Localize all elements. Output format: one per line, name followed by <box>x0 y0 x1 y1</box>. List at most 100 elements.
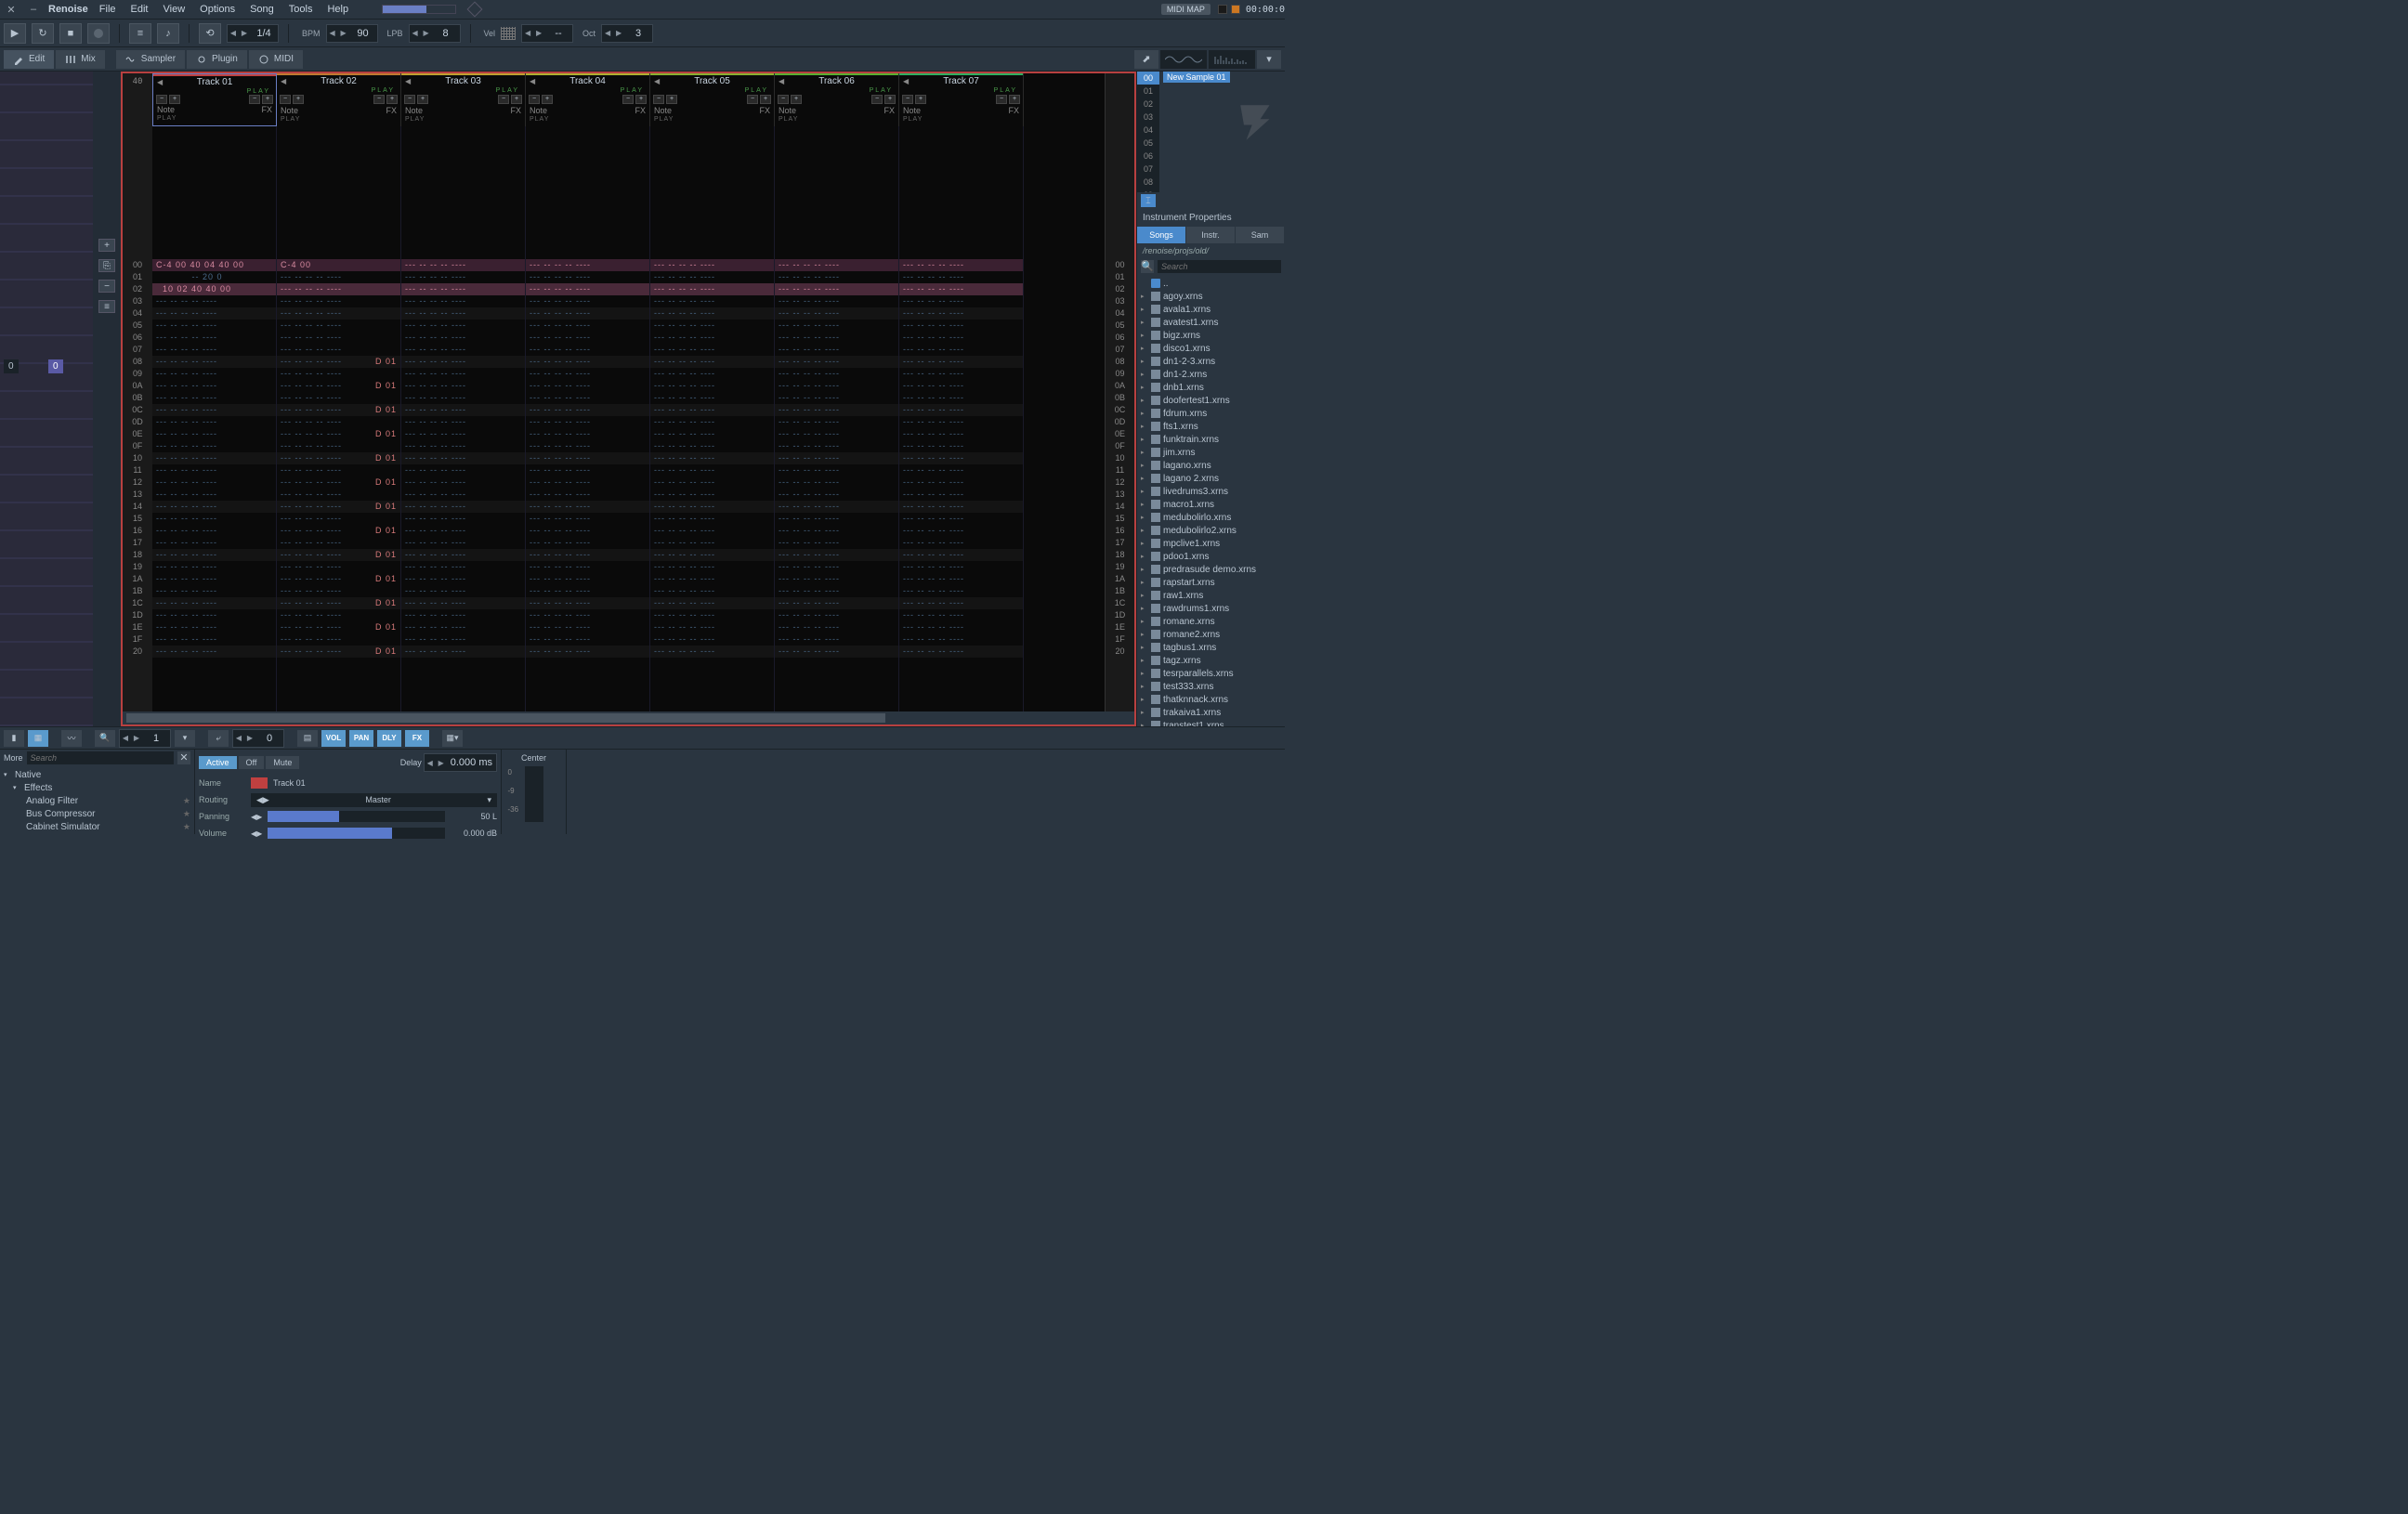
browser-tab-samples[interactable]: Sam <box>1236 227 1285 243</box>
pattern-hscroll[interactable] <box>123 711 1134 724</box>
menu-help[interactable]: Help <box>327 4 348 15</box>
loop-button[interactable]: ↻ <box>32 23 54 44</box>
instrument-slot[interactable]: 07 <box>1137 163 1159 176</box>
block-loop-button[interactable]: ⟲ <box>199 23 221 44</box>
tab-sampler[interactable]: Sampler <box>116 50 185 69</box>
file-item[interactable]: ▸livedrums3.xrns <box>1141 485 1281 498</box>
tab-mix[interactable]: Mix <box>56 50 105 69</box>
midi-map-button[interactable]: MIDI MAP <box>1161 4 1211 15</box>
detach-button[interactable]: ⬈ <box>1134 50 1158 69</box>
routing-dropdown[interactable]: ◀▶Master▾ <box>251 793 497 807</box>
dsp-item[interactable]: Bus Compressor★ <box>4 807 190 820</box>
track-header[interactable]: ◀Track 06 PLAY −+−+ NoteFX PLAY <box>775 73 899 126</box>
menu-file[interactable]: File <box>99 4 116 15</box>
automation-button[interactable]: 〰 <box>61 730 82 747</box>
file-item[interactable]: ▸dnb1.xrns <box>1141 381 1281 394</box>
tab-plugin[interactable]: Plugin <box>187 50 247 69</box>
tab-midi[interactable]: MIDI <box>249 50 303 69</box>
clip-indicator-icon[interactable] <box>467 2 483 18</box>
velocity-grid-icon[interactable] <box>501 27 516 40</box>
track-mute-button[interactable]: Mute <box>266 756 299 769</box>
instrument-slot[interactable]: 08 <box>1137 176 1159 189</box>
file-item[interactable]: ▸lagano.xrns <box>1141 459 1281 472</box>
updir-item[interactable]: .. <box>1141 277 1281 290</box>
file-item[interactable]: ▸macro1.xrns <box>1141 498 1281 511</box>
col-spinner[interactable]: ◀▶0 <box>232 729 284 748</box>
track-name-value[interactable]: Track 01 <box>273 778 306 788</box>
track-column[interactable]: C-4 00--- -- -- -- ------- -- -- -- ----… <box>277 126 401 711</box>
instrument-slot[interactable]: 03 <box>1137 111 1159 124</box>
track-header[interactable]: ◀Track 02 PLAY −+−+ NoteFX PLAY <box>277 73 401 126</box>
file-item[interactable]: ▸doofertest1.xrns <box>1141 394 1281 407</box>
track-active-button[interactable]: Active <box>199 756 237 769</box>
dsp-effects-group[interactable]: ▾Effects <box>4 781 190 794</box>
vol-column-toggle[interactable]: VOL <box>321 730 346 747</box>
instrument-slot[interactable]: 00 <box>1137 72 1159 85</box>
menu-tools[interactable]: Tools <box>289 4 313 15</box>
instrument-slot[interactable]: 01 <box>1137 85 1159 98</box>
file-item[interactable]: ▸bigz.xrns <box>1141 329 1281 342</box>
dsp-more-button[interactable]: More <box>4 753 23 763</box>
scope-oscilloscope-icon[interactable] <box>1160 50 1207 69</box>
dsp-item[interactable]: Analog Filter★ <box>4 794 190 807</box>
step-menu-button[interactable]: ▾ <box>175 730 195 747</box>
scope-menu-button[interactable]: ▾ <box>1257 50 1281 69</box>
dsp-clear-button[interactable]: ✕ <box>177 751 190 764</box>
file-item[interactable]: ▸jim.xrns <box>1141 446 1281 459</box>
instrument-slot[interactable]: 06 <box>1137 150 1159 163</box>
track-column[interactable]: C-4 00 40 04 40 00 -- 20 0 10 02 40 40 0… <box>152 126 277 711</box>
dly-column-toggle[interactable]: DLY <box>377 730 401 747</box>
file-item[interactable]: ▸pdoo1.xrns <box>1141 550 1281 563</box>
seq-clone-button[interactable]: ⎘ <box>98 259 115 272</box>
toggle-single-track[interactable]: ▮ <box>4 730 24 747</box>
seq-options-button[interactable]: ≡ <box>98 300 115 313</box>
file-item[interactable]: ▸medubolirlo.xrns <box>1141 511 1281 524</box>
file-item[interactable]: ▸tesrparallels.xrns <box>1141 667 1281 680</box>
file-item[interactable]: ▸avatest1.xrns <box>1141 316 1281 329</box>
file-item[interactable]: ▸romane.xrns <box>1141 615 1281 628</box>
file-item[interactable]: ▸fts1.xrns <box>1141 420 1281 433</box>
file-item[interactable]: ▸transtest1.xrns <box>1141 719 1281 726</box>
edit-step-spinner[interactable]: ◀▶1 <box>119 729 171 748</box>
window-close-icon[interactable]: ✕ <box>4 4 19 16</box>
stop-button[interactable]: ■ <box>59 23 82 44</box>
seq-remove-button[interactable]: − <box>98 280 115 293</box>
panning-slider[interactable] <box>268 811 445 822</box>
file-item[interactable]: ▸rawdrums1.xrns <box>1141 602 1281 615</box>
file-item[interactable]: ▸rapstart.xrns <box>1141 576 1281 589</box>
instrument-slot[interactable]: 02 <box>1137 98 1159 111</box>
file-item[interactable]: ▸disco1.xrns <box>1141 342 1281 355</box>
menu-edit[interactable]: Edit <box>131 4 149 15</box>
file-item[interactable]: ▸tagbus1.xrns <box>1141 641 1281 654</box>
pan-column-toggle[interactable]: PAN <box>349 730 373 747</box>
instrument-slot[interactable]: 04 <box>1137 124 1159 137</box>
file-item[interactable]: ▸predrasude demo.xrns <box>1141 563 1281 576</box>
dsp-item[interactable]: Cabinet Simulator★ <box>4 820 190 833</box>
track-header[interactable]: ◀Track 05 PLAY −+−+ NoteFX PLAY <box>650 73 775 126</box>
file-item[interactable]: ▸avala1.xrns <box>1141 303 1281 316</box>
file-item[interactable]: ▸trakaiva1.xrns <box>1141 706 1281 719</box>
wrap-button[interactable]: ⤶ <box>208 730 229 747</box>
file-item[interactable]: ▸lagano 2.xrns <box>1141 472 1281 485</box>
seq-pattern[interactable]: 0 <box>48 359 63 373</box>
browser-tab-instr[interactable]: Instr. <box>1186 227 1236 243</box>
delay-spinner[interactable]: ◀▶0.000 ms <box>424 753 497 772</box>
record-button[interactable] <box>87 23 110 44</box>
tab-edit[interactable]: Edit <box>4 50 54 69</box>
track-column[interactable]: --- -- -- -- ------- -- -- -- ------- --… <box>775 126 899 711</box>
master-volume-slider[interactable] <box>382 5 456 14</box>
track-column[interactable]: --- -- -- -- ------- -- -- -- ------- --… <box>401 126 526 711</box>
instrument-slot[interactable]: 05 <box>1137 137 1159 150</box>
pattern-length[interactable]: 40 <box>123 73 152 126</box>
browser-search-input[interactable] <box>1158 260 1281 273</box>
sequence-column[interactable] <box>0 72 93 726</box>
file-item[interactable]: ▸dn1-2.xrns <box>1141 368 1281 381</box>
seq-add-button[interactable]: + <box>98 239 115 252</box>
track-header[interactable]: ◀Track 07 PLAY −+−+ NoteFX PLAY <box>899 73 1024 126</box>
track-header[interactable]: ◀Track 03 PLAY −+−+ NoteFX PLAY <box>401 73 526 126</box>
track-column[interactable]: --- -- -- -- ------- -- -- -- ------- --… <box>526 126 650 711</box>
file-item[interactable]: ▸funktrain.xrns <box>1141 433 1281 446</box>
contentmask-button[interactable]: ▤ <box>297 730 318 747</box>
follow-button[interactable]: ≡ <box>129 23 151 44</box>
dsp-search-input[interactable] <box>27 751 174 764</box>
